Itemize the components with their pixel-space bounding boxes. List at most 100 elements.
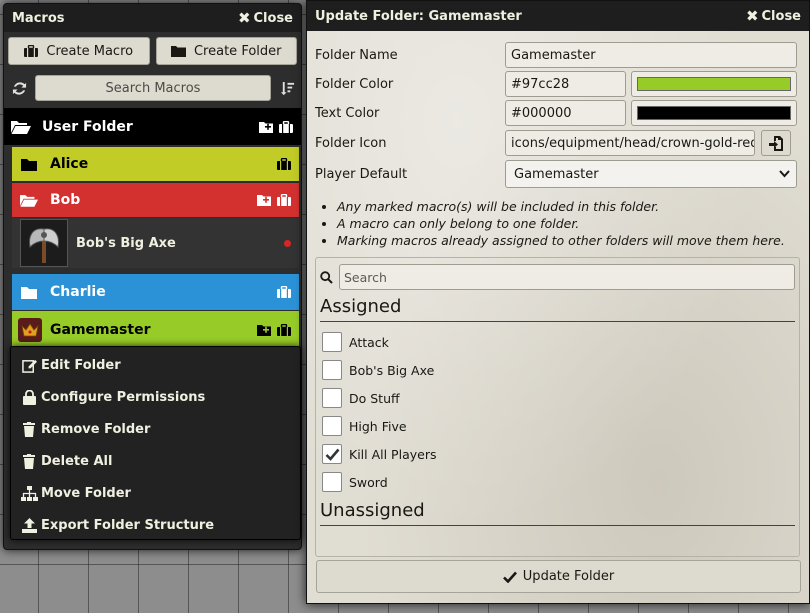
macro-checkbox-row[interactable]: Sword [320, 468, 795, 496]
folder-color-picker[interactable] [631, 71, 797, 97]
close-icon: ✖ [745, 6, 759, 25]
text-color-input[interactable]: #000000 [505, 100, 626, 126]
macro-item-bobs-big-axe[interactable]: Bob's Big Axe [12, 218, 299, 268]
macros-window-header[interactable]: Macros ✖ Close [4, 4, 301, 32]
create-macro-icon[interactable] [277, 194, 291, 206]
edit-icon [19, 358, 39, 373]
folder-label: User Folder [42, 118, 133, 135]
folder-alice[interactable]: Alice [12, 147, 299, 181]
unassigned-heading: Unassigned [320, 500, 795, 526]
player-default-label: Player Default [315, 166, 408, 182]
create-macro-icon[interactable] [277, 324, 291, 336]
ctx-label: Edit Folder [41, 357, 121, 373]
trash-icon [19, 453, 39, 469]
checkbox[interactable] [322, 472, 342, 492]
check-icon [502, 571, 517, 583]
hint-item: Any marked macro(s) will be included in … [337, 198, 799, 215]
folder-icon [18, 158, 40, 171]
ctx-edit-folder[interactable]: Edit Folder [11, 349, 300, 381]
ownership-dot-icon [284, 240, 291, 247]
create-macro-icon[interactable] [277, 158, 291, 170]
ctx-move-folder[interactable]: Move Folder [11, 477, 300, 509]
ctx-label: Delete All [41, 453, 113, 469]
text-color-picker[interactable] [631, 100, 797, 126]
folder-color-label: Folder Color [315, 76, 394, 92]
refresh-icon[interactable] [9, 81, 29, 96]
create-macro-icon[interactable] [277, 286, 291, 298]
text-color-swatch [637, 106, 791, 120]
chevron-down-icon [779, 170, 790, 178]
folder-gamemaster[interactable]: Gamemaster [12, 311, 299, 349]
create-subfolder-icon[interactable] [257, 194, 271, 206]
create-macro-icon[interactable] [279, 120, 293, 133]
folder-name-label: Folder Name [315, 47, 398, 63]
player-default-select[interactable]: Gamemaster [505, 160, 797, 188]
macros-window-title: Macros [12, 10, 65, 26]
update-folder-window: Update Folder: Gamemaster ✖ Close Folder… [306, 0, 810, 604]
hint-item: Marking macros already assigned to other… [337, 232, 799, 249]
macro-checkbox-row[interactable]: Bob's Big Axe [320, 356, 795, 384]
create-macro-button[interactable]: Create Macro [8, 37, 150, 65]
folder-icon [18, 286, 40, 299]
macro-checkbox-row[interactable]: Do Stuff [320, 384, 795, 412]
create-macro-label: Create Macro [46, 43, 134, 59]
ctx-remove-folder[interactable]: Remove Folder [11, 413, 300, 445]
folder-icon-input[interactable]: icons/equipment/head/crown-gold-red.w [505, 130, 755, 156]
text-color-label: Text Color [315, 105, 380, 121]
folder-context-menu: Edit Folder Configure Permissions Remove… [10, 346, 301, 540]
macro-checkbox-row[interactable]: Attack [320, 328, 795, 356]
checkbox[interactable] [322, 332, 342, 352]
create-subfolder-icon[interactable] [259, 121, 273, 133]
ctx-configure-permissions[interactable]: Configure Permissions [11, 381, 300, 413]
close-icon: ✖ [237, 8, 251, 27]
ctx-label: Remove Folder [41, 421, 151, 437]
macro-checkbox-label: Do Stuff [349, 390, 400, 406]
macro-checkbox-label: Bob's Big Axe [349, 362, 435, 378]
checkbox-checked[interactable] [322, 444, 342, 464]
folder-label: Charlie [50, 284, 106, 300]
search-macros-input[interactable]: Search Macros [35, 75, 271, 101]
checkbox[interactable] [322, 360, 342, 380]
macro-assignment-box: Search Assigned Attack Bob's Big Axe Do … [315, 257, 800, 557]
upload-icon [19, 517, 39, 533]
ctx-export-folder-structure[interactable]: Export Folder Structure [11, 509, 300, 541]
sort-icon[interactable] [277, 81, 297, 96]
briefcase-icon [24, 45, 39, 57]
folder-user-folder[interactable]: User Folder [4, 108, 301, 145]
folder-label: Alice [50, 156, 89, 172]
macro-label: Bob's Big Axe [76, 235, 176, 251]
update-folder-button[interactable]: Update Folder [316, 560, 801, 593]
macro-checkbox-label: Attack [349, 334, 389, 350]
create-subfolder-icon[interactable] [257, 324, 271, 336]
assigned-heading: Assigned [320, 296, 795, 322]
folder-window-title: Update Folder: Gamemaster [315, 8, 522, 24]
macro-checkbox-row[interactable]: Kill All Players [320, 440, 795, 468]
checkbox[interactable] [322, 416, 342, 436]
ctx-delete-all[interactable]: Delete All [11, 445, 300, 477]
folder-color-swatch [637, 77, 791, 91]
checkbox[interactable] [322, 388, 342, 408]
folder-close-button[interactable]: ✖ Close [745, 6, 801, 25]
folder-charlie[interactable]: Charlie [12, 274, 299, 310]
sitemap-icon [19, 485, 39, 501]
macros-close-button[interactable]: ✖ Close [237, 8, 293, 27]
folder-label: Gamemaster [50, 322, 151, 338]
file-import-icon [769, 135, 783, 151]
folder-bob[interactable]: Bob [12, 183, 299, 217]
hint-item: A macro can only belong to one folder. [337, 215, 799, 232]
macro-checkbox-row[interactable]: High Five [320, 412, 795, 440]
folder-close-label: Close [761, 8, 801, 24]
create-folder-button[interactable]: Create Folder [155, 37, 297, 65]
folder-name-input[interactable]: Gamemaster [505, 42, 797, 68]
trash-icon [19, 421, 39, 437]
folder-label: Bob [50, 192, 81, 208]
macro-checkbox-label: Sword [349, 474, 388, 490]
ctx-label: Configure Permissions [41, 389, 206, 405]
macro-search-input[interactable]: Search [339, 264, 795, 290]
create-folder-label: Create Folder [193, 43, 282, 59]
axe-icon [20, 219, 68, 267]
file-picker-button[interactable] [761, 130, 791, 156]
folder-color-input[interactable]: #97cc28 [505, 71, 626, 97]
macros-close-label: Close [253, 10, 293, 26]
folder-window-header[interactable]: Update Folder: Gamemaster ✖ Close [307, 1, 809, 31]
